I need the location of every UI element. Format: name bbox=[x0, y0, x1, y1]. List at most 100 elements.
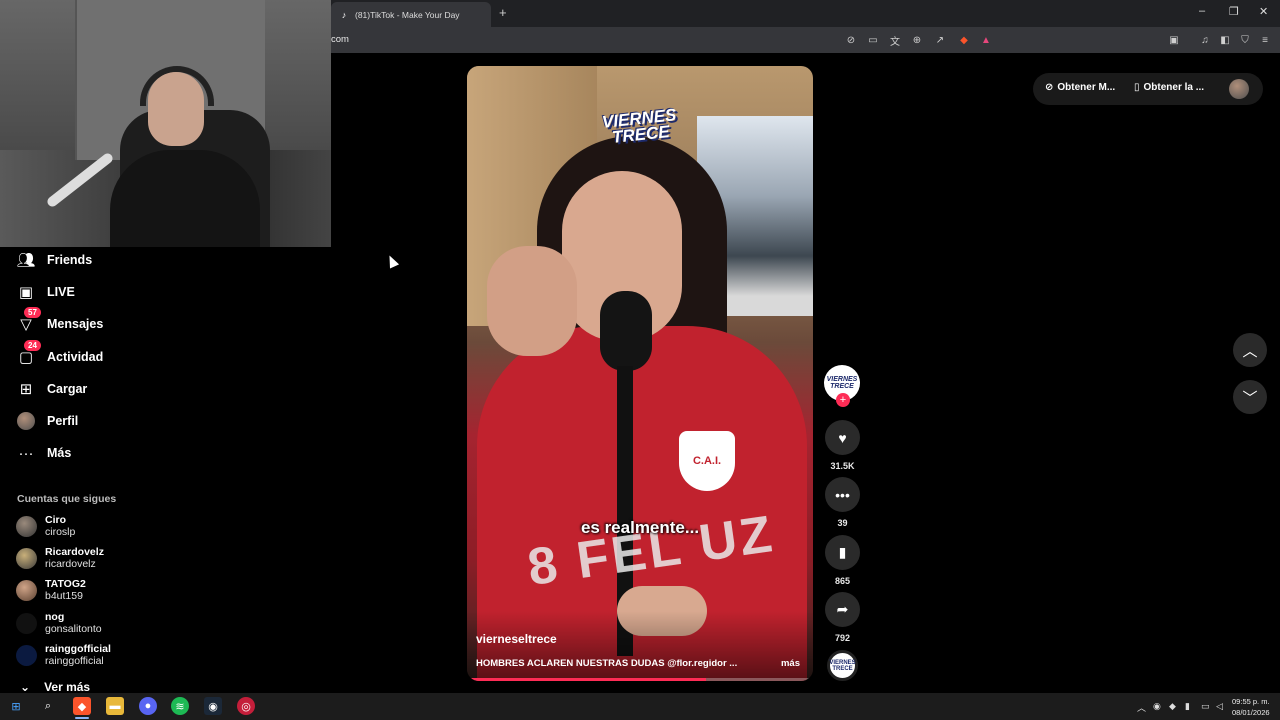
avatar bbox=[16, 579, 37, 601]
sidebar-item-more[interactable]: ··· Más bbox=[17, 444, 72, 462]
sidebar-item-label: Más bbox=[47, 446, 72, 460]
see-more-label: Ver más bbox=[44, 680, 91, 694]
live-icon: ▣ bbox=[18, 284, 34, 301]
video-description: HOMBRES ACLAREN NUESTRAS DUDAS @flor.reg… bbox=[476, 658, 738, 669]
sidebar-item-activity[interactable]: ▢ 24 Actividad bbox=[17, 340, 104, 366]
heart-icon[interactable]: ♥ bbox=[825, 420, 860, 455]
following-name: Ricardovelz bbox=[45, 546, 104, 558]
messages-icon: ▽ 57 bbox=[17, 307, 41, 333]
spotify-icon[interactable]: ≋ bbox=[171, 697, 189, 715]
split-view-icon[interactable]: ◧ bbox=[1218, 33, 1232, 47]
video-author[interactable]: vierneseltrece bbox=[476, 632, 557, 646]
following-handle: ciroslp bbox=[45, 526, 76, 538]
microphone-icon[interactable]: ▮ bbox=[1185, 701, 1190, 712]
chevron-down-icon: ﹀ bbox=[1242, 389, 1258, 407]
new-tab-button[interactable]: + bbox=[499, 5, 507, 20]
avatar bbox=[16, 612, 37, 634]
sound-disc[interactable]: VIERNES TRECE bbox=[827, 650, 858, 681]
brave-shield-icon[interactable]: ◆ bbox=[957, 33, 971, 47]
following-item-nog[interactable]: nog gonsalitonto bbox=[16, 611, 102, 635]
file-explorer-icon[interactable]: ▬ bbox=[106, 697, 124, 715]
sidebar-item-messages[interactable]: ▽ 57 Mensajes bbox=[17, 307, 104, 333]
brave-browser-icon[interactable]: ◆ bbox=[73, 697, 91, 715]
mouse-cursor-icon bbox=[384, 253, 400, 269]
user-avatar[interactable] bbox=[1229, 79, 1249, 99]
save-count: 865 bbox=[834, 576, 851, 586]
network-icon[interactable]: ▭ bbox=[1201, 701, 1210, 712]
zoom-icon[interactable]: ⊕ bbox=[910, 33, 924, 47]
get-coins-button[interactable]: ⊘ Obtener M... bbox=[1045, 82, 1115, 93]
share-arrow-icon[interactable]: ➦ bbox=[825, 592, 860, 627]
sidebar-item-live[interactable]: ▣ LIVE bbox=[17, 283, 75, 301]
taskbar bbox=[0, 693, 1280, 720]
webcam-overlay bbox=[0, 0, 331, 247]
more-icon: ··· bbox=[18, 444, 34, 462]
translate-icon[interactable]: 文 bbox=[888, 33, 902, 48]
profile-icon bbox=[17, 412, 35, 430]
tab-tiktok[interactable]: ♪ (81)TikTok - Make Your Day bbox=[331, 2, 491, 27]
tab-title: (81)TikTok - Make Your Day bbox=[355, 9, 460, 20]
sidebar-item-label: Actividad bbox=[47, 350, 104, 364]
following-handle: rainggofficial bbox=[45, 655, 104, 667]
save-action[interactable]: ▮ 865 bbox=[825, 535, 860, 586]
share-action[interactable]: ➦ 792 bbox=[825, 592, 860, 643]
follow-plus-button[interactable]: + bbox=[836, 393, 850, 407]
windows-start-icon[interactable]: ⊞ bbox=[7, 697, 25, 715]
camera-off-icon[interactable]: ⊘ bbox=[844, 33, 858, 47]
get-app-button[interactable]: ▯ Obtener la ... bbox=[1134, 82, 1204, 93]
previous-video-button[interactable]: ︿ bbox=[1233, 333, 1267, 367]
following-handle: gonsalitonto bbox=[45, 623, 102, 635]
restore-button[interactable]: ❐ bbox=[1229, 5, 1239, 18]
sidebar-item-label: Mensajes bbox=[47, 317, 104, 331]
sidebar-panel-icon[interactable]: ▣ bbox=[1167, 33, 1181, 47]
close-window-button[interactable]: ✕ bbox=[1259, 5, 1268, 18]
brave-rewards-icon[interactable]: ▲ bbox=[979, 33, 993, 47]
see-more-button[interactable]: ⌄ Ver más bbox=[20, 680, 90, 694]
share-icon[interactable]: ↗ bbox=[933, 33, 947, 47]
get-coins-label: Obtener M... bbox=[1057, 82, 1116, 93]
sidebar-item-profile[interactable]: Perfil bbox=[17, 412, 78, 430]
activity-icon: ▢ 24 bbox=[17, 340, 41, 366]
viernes-trece-logo: VIERNES TRECE bbox=[600, 105, 678, 147]
video-progress-bar[interactable] bbox=[467, 678, 813, 681]
sidebar-item-label: LIVE bbox=[47, 285, 75, 299]
tray-expand-icon[interactable]: ︿ bbox=[1137, 701, 1146, 714]
avatar bbox=[16, 515, 37, 537]
following-section-title: Cuentas que sigues bbox=[17, 493, 117, 505]
minimize-button[interactable]: – bbox=[1199, 5, 1205, 17]
url-field[interactable]: com bbox=[331, 34, 349, 45]
system-clock[interactable]: 09:55 p. m. 08/01/2026 bbox=[1232, 696, 1270, 718]
video-player[interactable]: C.A.I. 8 FEL UZ VIERNES TRECE es realmen… bbox=[467, 66, 813, 681]
vpn-shield-icon[interactable]: ⛉ bbox=[1238, 33, 1252, 47]
avatar bbox=[16, 644, 37, 666]
comment-action[interactable]: ••• 39 bbox=[825, 477, 860, 528]
next-video-button[interactable]: ﹀ bbox=[1233, 380, 1267, 414]
following-name: rainggofficial bbox=[45, 643, 111, 655]
menu-icon[interactable]: ≡ bbox=[1258, 33, 1272, 47]
following-name: nog bbox=[45, 611, 65, 623]
description-more-button[interactable]: más bbox=[781, 658, 800, 669]
comment-count: 39 bbox=[837, 518, 848, 528]
avatar bbox=[16, 547, 37, 569]
cast-icon[interactable]: ▭ bbox=[866, 33, 880, 47]
bookmark-icon[interactable]: ▮ bbox=[825, 535, 860, 570]
discord-icon[interactable]: ● bbox=[139, 697, 157, 715]
music-icon[interactable]: ♫ bbox=[1198, 33, 1212, 47]
comment-icon[interactable]: ••• bbox=[825, 477, 860, 512]
following-item-ricardovelz[interactable]: Ricardovelz ricardovelz bbox=[16, 546, 104, 570]
tray-steam-icon[interactable]: ◉ bbox=[1153, 701, 1161, 712]
sidebar-item-upload[interactable]: ⊞ Cargar bbox=[17, 380, 88, 398]
active-app-indicator bbox=[75, 717, 89, 719]
tray-app-icon[interactable]: ◆ bbox=[1169, 701, 1176, 712]
like-action[interactable]: ♥ 31.5K bbox=[825, 420, 860, 471]
volume-icon[interactable]: ◁ bbox=[1216, 701, 1223, 712]
following-item-ciro[interactable]: Ciro ciroslp bbox=[16, 514, 75, 538]
sidebar-item-friends[interactable]: 👥︎ Friends bbox=[16, 251, 92, 269]
following-item-rainggofficial[interactable]: rainggofficial rainggofficial bbox=[16, 643, 111, 667]
following-item-tatog2[interactable]: TATOG2 b4ut159 bbox=[16, 578, 86, 602]
sidebar-item-label: Cargar bbox=[47, 382, 88, 396]
search-icon[interactable]: ⌕ bbox=[39, 697, 57, 715]
obs-icon[interactable]: ◎ bbox=[237, 697, 255, 715]
steam-icon[interactable]: ◉ bbox=[204, 697, 222, 715]
chevron-up-icon: ︿ bbox=[1242, 342, 1258, 360]
